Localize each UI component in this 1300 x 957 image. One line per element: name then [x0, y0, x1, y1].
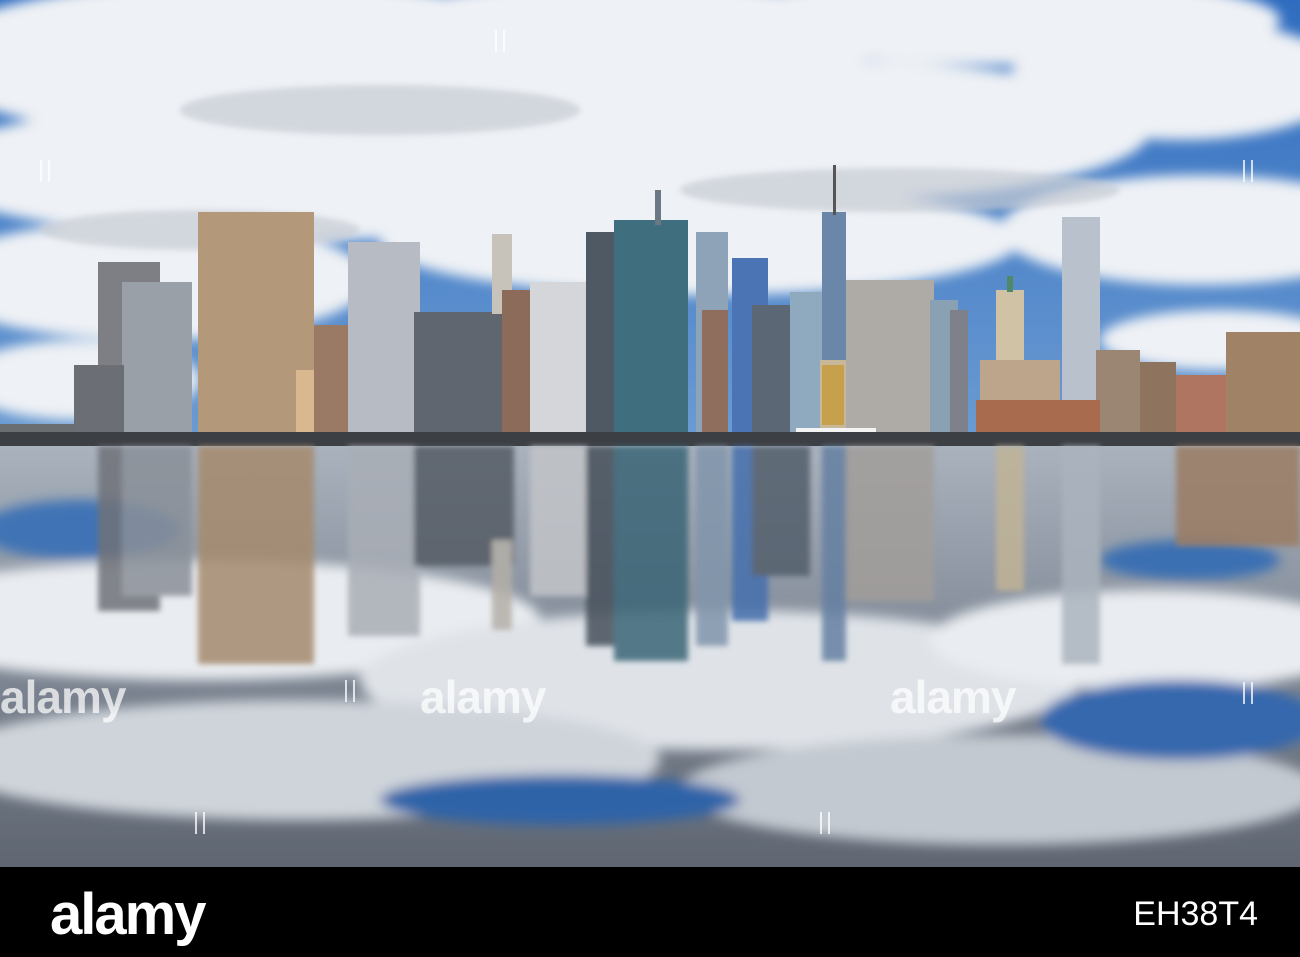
footer-bar: alamy EH38T4 — [0, 867, 1300, 957]
watermark-mark — [40, 160, 50, 182]
watermark-mark — [1243, 682, 1253, 704]
watermark-mark — [195, 812, 205, 834]
watermark-mark — [345, 680, 355, 702]
watermark-mark — [495, 30, 505, 52]
watermark-mark — [820, 812, 830, 834]
watermark-mark — [1243, 160, 1253, 182]
watermark-text-right: alamy — [890, 671, 1016, 723]
skyline-illustration — [0, 0, 1300, 867]
watermark-text-left: alamy — [0, 671, 126, 723]
watermark-text-center: alamy — [420, 671, 546, 723]
image-id: EH38T4 — [1133, 895, 1258, 933]
alamy-logo[interactable]: alamy — [50, 881, 206, 948]
skyline-photo: alamy alamy alamy — [0, 0, 1300, 867]
